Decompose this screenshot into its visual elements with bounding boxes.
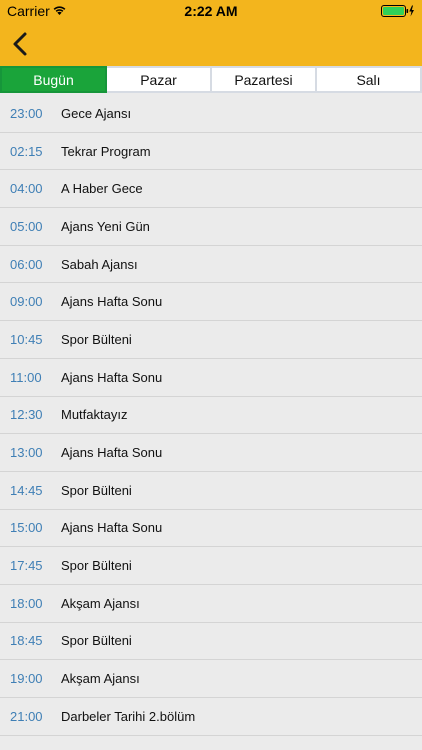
program-time: 02:15 — [10, 143, 43, 159]
program-title: Akşam Ajansı — [61, 595, 140, 611]
schedule-row[interactable]: 23:00 Gece Ajansı — [0, 95, 422, 133]
schedule-row[interactable]: 10:45 Spor Bülteni — [0, 321, 422, 359]
program-title: Darbeler Tarihi 2.bölüm — [61, 708, 196, 724]
program-title: Mutfaktayız — [61, 407, 128, 423]
schedule-row[interactable]: 14:45 Spor Bülteni — [0, 471, 422, 510]
program-time: 21:00 — [10, 708, 43, 724]
schedule-row[interactable]: 21:00 Darbeler Tarihi 2.bölüm — [0, 698, 422, 736]
program-time: 17:45 — [10, 558, 43, 574]
program-title: Ajans Hafta Sonu — [61, 369, 163, 385]
app-header: Carrier 2:22 AM — [0, 0, 422, 66]
charging-bolt-icon — [409, 5, 414, 17]
program-time: 14:45 — [10, 482, 43, 498]
schedule-row[interactable]: 18:45 Spor Bülteni — [0, 622, 422, 661]
schedule-row[interactable]: 09:00 Ajans Hafta Sonu — [0, 283, 422, 322]
program-time: 11:00 — [10, 369, 42, 385]
program-time: 15:00 — [10, 520, 43, 536]
schedule-row[interactable]: 02:15 Tekrar Program — [0, 132, 422, 171]
schedule-row[interactable]: 18:00 Akşam Ajansı — [0, 584, 422, 623]
program-time: 13:00 — [10, 445, 43, 461]
day-tabs: Bugün Pazar Pazartesi Salı — [0, 66, 422, 93]
program-time: 10:45 — [10, 331, 43, 347]
program-title: Spor Bülteni — [61, 331, 132, 347]
schedule-row[interactable]: 13:00 Ajans Hafta Sonu — [0, 434, 422, 472]
program-title: Ajans Hafta Sonu — [61, 294, 163, 310]
schedule-row[interactable]: 19:00 Akşam Ajansı — [0, 660, 422, 698]
program-title: Tekrar Program — [61, 143, 151, 159]
program-title: Spor Bülteni — [61, 633, 132, 649]
program-title: Spor Bülteni — [61, 482, 132, 498]
battery-icon — [381, 5, 414, 17]
program-time: 12:30 — [10, 407, 43, 423]
tab-sali[interactable]: Salı — [317, 66, 422, 93]
program-title: Sabah Ajansı — [61, 256, 138, 272]
program-title: Ajans Hafta Sonu — [61, 445, 163, 461]
status-bar: Carrier 2:22 AM — [0, 0, 422, 22]
back-button[interactable] — [8, 30, 34, 58]
schedule-row[interactable]: 11:00 Ajans Hafta Sonu — [0, 358, 422, 397]
clock: 2:22 AM — [184, 3, 238, 19]
schedule-row[interactable]: 15:00 Ajans Hafta Sonu — [0, 509, 422, 548]
chevron-left-icon — [13, 32, 27, 56]
program-title: A Haber Gece — [61, 181, 143, 197]
schedule-row[interactable]: 17:45 Spor Bülteni — [0, 547, 422, 585]
tab-bugun[interactable]: Bugün — [0, 66, 107, 93]
program-time: 19:00 — [10, 671, 43, 687]
schedule-row[interactable]: 05:00 Ajans Yeni Gün — [0, 208, 422, 246]
schedule-list: 23:00 Gece Ajansı 02:15 Tekrar Program 04:… — [0, 95, 422, 736]
program-time: 05:00 — [10, 218, 43, 234]
schedule-row[interactable]: 12:30 Mutfaktayız — [0, 396, 422, 435]
tab-pazar[interactable]: Pazar — [107, 66, 212, 93]
program-time: 06:00 — [10, 256, 43, 272]
program-title: Spor Bülteni — [61, 558, 132, 574]
program-time: 09:00 — [10, 294, 43, 310]
program-time: 18:00 — [10, 595, 43, 611]
schedule-row[interactable]: 04:00 A Haber Gece — [0, 170, 422, 209]
program-title: Ajans Yeni Gün — [61, 218, 150, 234]
program-title: Ajans Hafta Sonu — [61, 520, 163, 536]
program-title: Gece Ajansı — [61, 105, 132, 121]
program-time: 18:45 — [10, 633, 43, 649]
tab-pazartesi[interactable]: Pazartesi — [212, 66, 317, 93]
schedule-row[interactable]: 06:00 Sabah Ajansı — [0, 245, 422, 284]
program-title: Akşam Ajansı — [61, 671, 140, 687]
program-time: 23:00 — [10, 105, 43, 121]
program-time: 04:00 — [10, 181, 43, 197]
